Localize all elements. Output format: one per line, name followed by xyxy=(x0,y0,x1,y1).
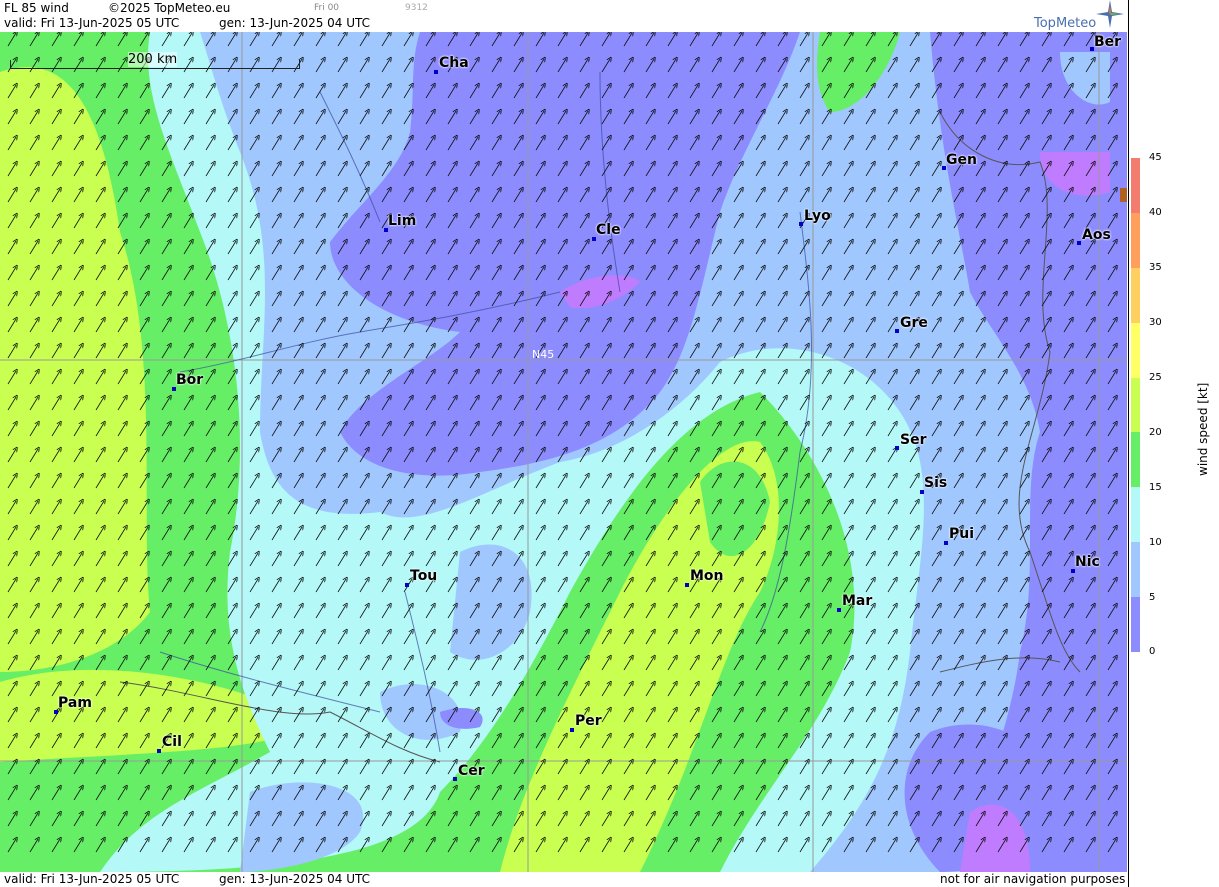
colorbar-segment xyxy=(1131,377,1140,433)
copyright-text: ©2025 TopMeteo.eu xyxy=(108,1,231,15)
legend-tick: 30 xyxy=(1149,317,1162,328)
gen-time: gen: 13-Jun-2025 04 UTC xyxy=(219,16,371,30)
city-marker xyxy=(434,70,438,74)
city-marker xyxy=(685,583,689,587)
city-marker xyxy=(837,608,841,612)
city-label: Cha xyxy=(439,55,469,71)
city-marker xyxy=(157,749,161,753)
city-label: Mar xyxy=(842,593,873,609)
header-bar: FL 85 wind ©2025 TopMeteo.eu Fri 00 9312… xyxy=(0,0,1127,32)
colorbar-segment xyxy=(1131,267,1140,324)
colorbar-segment xyxy=(1131,487,1140,543)
legend-title: wind speed [kt] xyxy=(1196,382,1210,476)
city-marker xyxy=(895,329,899,333)
city-label: Sis xyxy=(924,475,948,491)
legend-tick: 45 xyxy=(1149,152,1162,163)
colorbar-segment xyxy=(1131,597,1140,653)
wind-speed-colorbar xyxy=(1131,158,1140,653)
topmeteo-star-icon xyxy=(1096,0,1124,28)
city-label: Ser xyxy=(900,432,927,448)
city-label: Tou xyxy=(410,568,438,584)
code-label: 9312 xyxy=(405,3,428,13)
city-label: Nic xyxy=(1075,554,1100,570)
colorbar-segment xyxy=(1131,432,1140,488)
city-label: Pam xyxy=(58,695,92,711)
city-label: Cer xyxy=(458,763,485,779)
legend-tick: 35 xyxy=(1149,262,1162,273)
colorbar-segment xyxy=(1131,212,1140,269)
footer-gen-time: gen: 13-Jun-2025 04 UTC xyxy=(219,872,371,886)
wind-map[interactable]: 200 km N45 Ber Cha Gen Lim Cle Lyo Aos G… xyxy=(0,32,1127,872)
city-label: Per xyxy=(575,713,602,729)
legend-tick: 25 xyxy=(1149,372,1162,383)
city-marker xyxy=(799,222,803,226)
city-marker xyxy=(944,541,948,545)
city-label: Lyo xyxy=(804,208,831,224)
city-label: Cle xyxy=(596,222,621,238)
city-marker xyxy=(570,728,574,732)
valid-time: valid: Fri 13-Jun-2025 05 UTC xyxy=(4,16,180,30)
city-label: Aos xyxy=(1082,227,1111,243)
city-label: Gen xyxy=(946,152,977,168)
city-marker xyxy=(405,583,409,587)
legend-tick: 10 xyxy=(1149,537,1162,548)
colorbar-segment xyxy=(1131,322,1140,379)
city-label: Bor xyxy=(176,372,204,388)
topmeteo-logo: TopMeteo xyxy=(1034,16,1097,31)
map-title: FL 85 wind xyxy=(4,1,69,15)
city-label: Pui xyxy=(949,526,975,542)
colorbar-segment xyxy=(1131,542,1140,598)
city-label: Ber xyxy=(1094,34,1122,50)
legend-tick: 20 xyxy=(1149,427,1162,438)
scale-bar-label: 200 km xyxy=(128,52,178,67)
city-label: Mon xyxy=(690,568,724,584)
footer-disclaimer: not for air navigation purposes xyxy=(940,872,1126,886)
legend-tick: 40 xyxy=(1149,207,1162,218)
colorbar-segment xyxy=(1131,158,1140,214)
legend-tick: 15 xyxy=(1149,482,1162,493)
edge-marker xyxy=(1120,188,1127,202)
city-marker xyxy=(453,777,457,781)
city-marker xyxy=(1077,241,1081,245)
footer-bar: valid: Fri 13-Jun-2025 05 UTC gen: 13-Ju… xyxy=(0,872,1127,887)
legend-tick: 5 xyxy=(1149,592,1156,603)
legend-tick: 0 xyxy=(1149,646,1156,657)
footer-valid-time: valid: Fri 13-Jun-2025 05 UTC xyxy=(4,872,180,886)
city-label: Lim xyxy=(388,213,417,229)
city-marker xyxy=(895,446,899,450)
grid-label: N45 xyxy=(532,348,555,361)
city-label: Cil xyxy=(162,734,182,750)
run-label: Fri 00 xyxy=(314,3,340,13)
city-label: Gre xyxy=(900,315,928,331)
